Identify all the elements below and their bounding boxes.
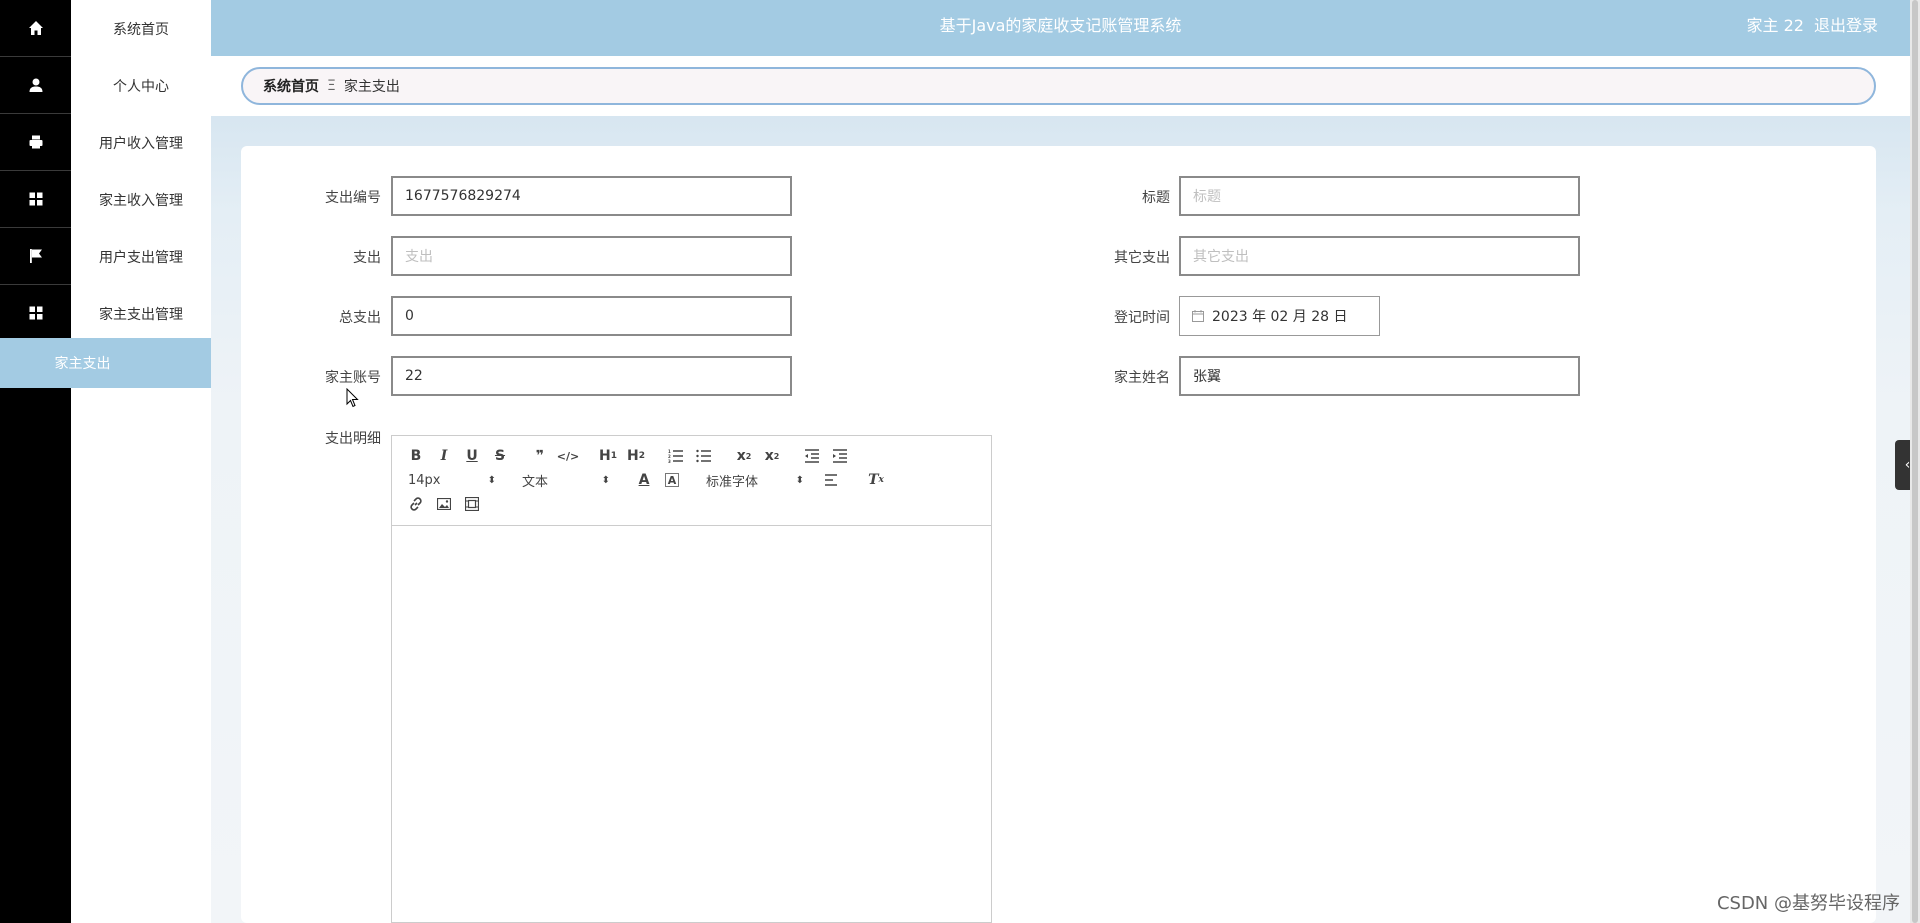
sidebar-item-home[interactable]: 系统首页 bbox=[71, 0, 211, 57]
editor-content-area[interactable] bbox=[392, 526, 991, 923]
grid-icon bbox=[29, 306, 42, 320]
logout-link[interactable]: 退出登录 bbox=[1814, 16, 1878, 35]
breadcrumb: 系统首页 Ξ 家主支出 bbox=[241, 67, 1876, 105]
owner-account-label: 家主账号 bbox=[325, 370, 381, 386]
blockquote-icon[interactable]: ❞ bbox=[526, 444, 554, 468]
breadcrumb-separator: Ξ bbox=[327, 78, 336, 94]
editor-toolbar: B I U S ❞ </> H1 H2 123 x2 x2 14px ⬍ 文本 … bbox=[392, 436, 991, 526]
link-icon[interactable] bbox=[402, 492, 430, 516]
select-arrows-icon: ⬍ bbox=[601, 474, 610, 486]
rail-item-home[interactable] bbox=[0, 0, 71, 57]
sidebar-item-owner-expense[interactable]: 家主支出管理 bbox=[71, 285, 211, 342]
rail-item-owner-expense[interactable] bbox=[0, 285, 71, 342]
expense-label: 支出 bbox=[353, 250, 381, 266]
expense-no-field[interactable]: 1677576829274 bbox=[391, 176, 792, 216]
header-user-area: 家主 22 退出登录 bbox=[1737, 0, 1878, 52]
sidebar-item-profile[interactable]: 个人中心 bbox=[71, 57, 211, 114]
watermark-text: CSDN @基努毕设程序 bbox=[1716, 893, 1900, 914]
font-size-value: 14px bbox=[408, 472, 441, 488]
rail-item-profile[interactable] bbox=[0, 57, 71, 114]
record-time-value: 2023 年 02 月 28 日 bbox=[1212, 309, 1348, 325]
code-block-icon[interactable]: </> bbox=[554, 444, 582, 468]
heading2-icon[interactable]: H2 bbox=[622, 444, 650, 468]
title-field[interactable]: 标题 bbox=[1179, 176, 1580, 216]
expense-field[interactable]: 支出 bbox=[391, 236, 792, 276]
printer-icon bbox=[29, 135, 42, 149]
font-color-icon[interactable]: A bbox=[630, 468, 658, 492]
grid-icon bbox=[29, 192, 42, 206]
clear-format-icon[interactable]: Tx bbox=[862, 468, 890, 492]
scrollbar-thumb[interactable] bbox=[1912, 0, 1918, 923]
bold-icon[interactable]: B bbox=[402, 444, 430, 468]
expense-no-label: 支出编号 bbox=[325, 190, 381, 206]
top-header: 基于Java的家庭收支记账管理系统 家主 22 退出登录 bbox=[211, 0, 1910, 56]
ordered-list-icon[interactable]: 123 bbox=[662, 444, 690, 468]
rich-text-editor: B I U S ❞ </> H1 H2 123 x2 x2 14px ⬍ 文本 … bbox=[391, 435, 992, 923]
detail-label: 支出明细 bbox=[325, 431, 381, 447]
owner-name-field[interactable]: 张翼 bbox=[1179, 356, 1580, 396]
breadcrumb-home-link[interactable]: 系统首页 bbox=[263, 76, 319, 96]
breadcrumb-current: 家主支出 bbox=[343, 79, 400, 95]
flag-icon bbox=[29, 249, 42, 263]
outdent-icon[interactable] bbox=[798, 444, 826, 468]
sidebar-menu: 系统首页 个人中心 用户收入管理 家主收入管理 用户支出管理 家主支出管理 家主… bbox=[0, 0, 211, 923]
select-arrows-icon: ⬍ bbox=[487, 474, 496, 486]
superscript-icon[interactable]: x2 bbox=[758, 444, 786, 468]
text-type-value: 文本 bbox=[522, 474, 549, 490]
rail-item-user-income[interactable] bbox=[0, 114, 71, 171]
indent-icon[interactable] bbox=[826, 444, 854, 468]
italic-icon[interactable]: I bbox=[430, 444, 458, 468]
font-size-select[interactable]: 14px ⬍ bbox=[402, 468, 502, 492]
calendar-icon bbox=[1192, 310, 1204, 322]
owner-account-field[interactable]: 22 bbox=[391, 356, 792, 396]
other-expense-label: 其它支出 bbox=[1114, 250, 1170, 266]
sidebar-icon-rail bbox=[0, 0, 71, 923]
video-icon[interactable] bbox=[458, 492, 486, 516]
sidebar-subitem-owner-expense[interactable]: 家主支出 bbox=[0, 338, 211, 388]
app-title: 基于Java的家庭收支记账管理系统 bbox=[939, 16, 1182, 35]
total-expense-field[interactable]: 0 bbox=[391, 296, 792, 336]
sidebar-item-user-expense[interactable]: 用户支出管理 bbox=[71, 228, 211, 285]
sidebar-item-owner-income[interactable]: 家主收入管理 bbox=[71, 171, 211, 228]
rail-item-user-expense[interactable] bbox=[0, 228, 71, 285]
subscript-icon[interactable]: x2 bbox=[730, 444, 758, 468]
align-left-icon[interactable] bbox=[818, 468, 846, 492]
select-arrows-icon: ⬍ bbox=[795, 474, 804, 486]
font-family-select[interactable]: 标准字体 ⬍ bbox=[700, 468, 810, 492]
home-icon bbox=[28, 21, 43, 35]
other-expense-field[interactable]: 其它支出 bbox=[1179, 236, 1580, 276]
mouse-cursor-icon bbox=[346, 387, 360, 412]
svg-text:3: 3 bbox=[668, 459, 671, 463]
underline-icon[interactable]: U bbox=[458, 444, 486, 468]
heading1-icon[interactable]: H1 bbox=[594, 444, 622, 468]
strikethrough-icon[interactable]: S bbox=[486, 444, 514, 468]
sidebar-item-user-income[interactable]: 用户收入管理 bbox=[71, 114, 211, 171]
rail-item-owner-income[interactable] bbox=[0, 171, 71, 228]
record-time-datepicker[interactable]: 2023 年 02 月 28 日 bbox=[1179, 296, 1380, 336]
font-family-value: 标准字体 bbox=[706, 474, 759, 490]
page-scrollbar[interactable] bbox=[1910, 0, 1920, 923]
image-icon[interactable] bbox=[430, 492, 458, 516]
bullet-list-icon[interactable] bbox=[690, 444, 718, 468]
background-color-icon[interactable]: A bbox=[665, 473, 679, 487]
owner-name-label: 家主姓名 bbox=[1114, 370, 1170, 386]
text-type-select[interactable]: 文本 ⬍ bbox=[516, 468, 616, 492]
user-icon bbox=[29, 78, 42, 92]
total-expense-label: 总支出 bbox=[339, 310, 381, 326]
record-time-label: 登记时间 bbox=[1114, 310, 1170, 326]
current-user-label: 家主 22 bbox=[1746, 16, 1804, 35]
title-label: 标题 bbox=[1142, 190, 1170, 206]
